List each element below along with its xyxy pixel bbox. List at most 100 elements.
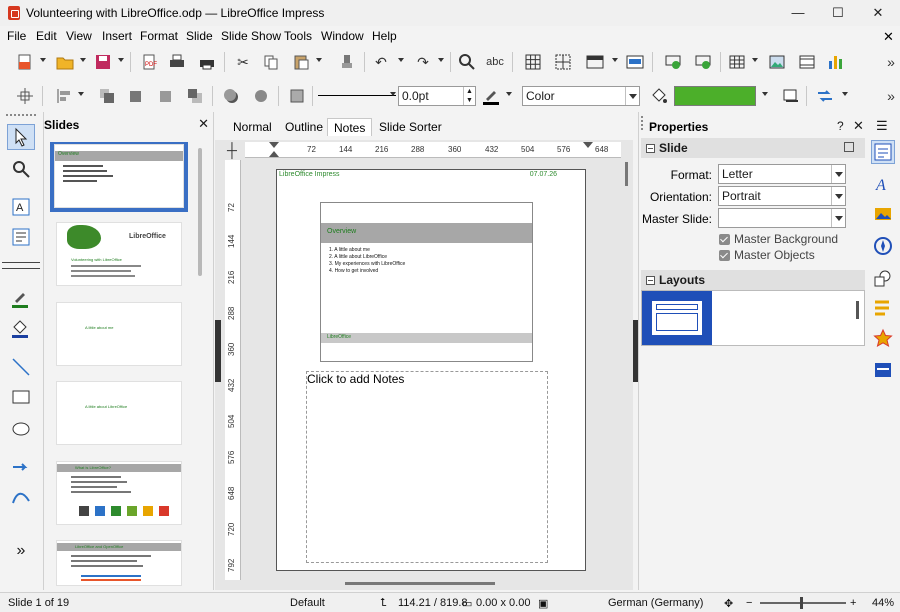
navigator-deck-icon[interactable]	[871, 234, 895, 258]
insert-media-icon[interactable]	[796, 52, 818, 72]
clone-formatting-icon[interactable]	[336, 52, 358, 72]
start-current-slide-icon[interactable]	[692, 52, 714, 72]
rectangle-tool-icon[interactable]	[7, 384, 35, 410]
ellipse-tool-icon[interactable]	[7, 416, 35, 442]
master-slides-deck-icon[interactable]	[871, 358, 895, 382]
start-first-slide-icon[interactable]	[662, 52, 684, 72]
cut-icon[interactable]: ✂	[232, 52, 254, 72]
paste-icon[interactable]	[290, 52, 312, 72]
layouts-scrollbar[interactable]	[856, 301, 859, 319]
insert-text-box-icon[interactable]: A	[7, 194, 35, 220]
menu-edit[interactable]: Edit	[36, 29, 57, 43]
crop-icon[interactable]	[250, 86, 272, 106]
copy-icon[interactable]	[260, 52, 282, 72]
helplines-icon[interactable]	[552, 52, 574, 72]
slide-section-header[interactable]: Slide	[641, 138, 865, 158]
fill-color-select[interactable]	[674, 86, 756, 106]
menu-tools[interactable]: Tools	[284, 29, 312, 43]
master-objects-checkbox[interactable]	[719, 250, 730, 261]
properties-help-icon[interactable]: ?	[837, 119, 844, 133]
slide-thumbnail-2[interactable]: LibreOffice Volunteering with LibreOffic…	[56, 222, 182, 286]
close-slides-panel-icon[interactable]: ✕	[198, 116, 209, 132]
menu-insert[interactable]: Insert	[102, 29, 132, 43]
line-color-tool-icon[interactable]	[7, 286, 35, 312]
spelling-icon[interactable]: abc	[484, 52, 506, 72]
slide-thumbnail-3[interactable]: A little about me	[56, 302, 182, 366]
slide-thumbnail-4[interactable]: A little about LibreOffice	[56, 381, 182, 445]
line-width-field[interactable]: 0.0pt ▲ ▼	[398, 86, 476, 106]
print-icon[interactable]	[196, 52, 218, 72]
menu-help[interactable]: Help	[372, 29, 397, 43]
open-folder-icon[interactable]	[54, 52, 76, 72]
display-grid-icon[interactable]	[522, 52, 544, 72]
insert-fontwork-icon[interactable]	[7, 224, 35, 250]
fill-bucket-icon[interactable]	[648, 86, 670, 106]
arrow-tool-icon[interactable]	[7, 454, 35, 480]
shadow-toggle-icon[interactable]	[780, 86, 802, 106]
close-window-button[interactable]: ✕	[858, 2, 898, 24]
language-status[interactable]: German (Germany)	[608, 597, 703, 609]
tab-notes[interactable]: Notes	[327, 118, 373, 136]
slide-thumbnail-5[interactable]: What is LibreOffice?	[56, 461, 182, 525]
menu-file[interactable]: File	[7, 29, 26, 43]
insert-image-icon[interactable]	[766, 52, 788, 72]
display-views-icon[interactable]	[584, 52, 606, 72]
connector-icon[interactable]	[814, 86, 836, 106]
editor-horizontal-scrollbar[interactable]	[345, 582, 495, 585]
sidebar-menu-icon[interactable]: ☰	[876, 118, 888, 134]
styles-deck-icon[interactable]: A	[871, 172, 895, 196]
transformations-icon[interactable]	[286, 86, 308, 106]
tab-normal[interactable]: Normal	[227, 118, 278, 136]
tab-outline[interactable]: Outline	[279, 118, 329, 136]
animation-deck-icon[interactable]	[871, 326, 895, 350]
save-icon[interactable]	[92, 52, 114, 72]
left-panel-collapse-handle[interactable]	[215, 320, 221, 382]
slide-thumbnail-6[interactable]: LibreOffice and OpenOffice	[56, 540, 182, 586]
zoom-level[interactable]: 44%	[872, 597, 894, 609]
menu-slide[interactable]: Slide	[186, 29, 213, 43]
zoom-slider-track[interactable]	[760, 602, 846, 604]
maximize-button[interactable]: ☐	[818, 2, 858, 24]
menu-window[interactable]: Window	[321, 29, 364, 43]
slide-transition-deck-icon[interactable]	[871, 296, 895, 320]
menu-format[interactable]: Format	[140, 29, 178, 43]
curve-tool-icon[interactable]	[7, 484, 35, 510]
properties-close-icon[interactable]: ✕	[853, 118, 864, 134]
fit-slide-icon[interactable]: ✥	[724, 597, 733, 610]
find-replace-icon[interactable]	[456, 52, 478, 72]
line-color-icon[interactable]	[480, 86, 502, 106]
new-document-icon[interactable]	[14, 52, 36, 72]
insert-chart-icon[interactable]	[824, 52, 846, 72]
document-modified-icon[interactable]: ▣	[538, 597, 548, 610]
line-style-preview[interactable]	[318, 95, 396, 96]
undo-icon[interactable]: ↶	[370, 52, 392, 72]
format-select[interactable]: Letter	[718, 164, 846, 184]
area-style-select[interactable]: Color	[522, 86, 640, 106]
notes-text-area[interactable]: Click to add Notes	[306, 371, 548, 563]
send-backward-icon[interactable]	[154, 86, 176, 106]
bring-forward-icon[interactable]	[124, 86, 146, 106]
layouts-section-header[interactable]: Layouts	[641, 270, 865, 290]
close-document-icon[interactable]: ✕	[883, 29, 894, 45]
bring-to-front-icon[interactable]	[96, 86, 118, 106]
fill-color-tool-icon[interactable]	[7, 316, 35, 342]
tab-slide-sorter[interactable]: Slide Sorter	[373, 118, 448, 136]
notes-slide-preview[interactable]: Overview 1. A little about me 2. A littl…	[320, 202, 533, 362]
redo-icon[interactable]: ↷	[412, 52, 434, 72]
toolbar2-overflow-icon[interactable]: »	[880, 86, 900, 106]
gallery-deck-icon[interactable]	[871, 202, 895, 226]
minimize-button[interactable]: —	[778, 2, 818, 24]
master-slide-icon[interactable]	[624, 52, 646, 72]
zoom-out-icon[interactable]: −	[746, 597, 752, 609]
orientation-select[interactable]: Portrait	[718, 186, 846, 206]
position-size-icon[interactable]	[14, 86, 36, 106]
slide-thumbnail-1[interactable]: Overview	[54, 144, 184, 208]
zoom-pan-icon[interactable]	[7, 156, 35, 182]
master-slide-select[interactable]	[718, 208, 846, 228]
editor-vertical-scrollbar[interactable]	[625, 162, 628, 186]
menu-view[interactable]: View	[66, 29, 92, 43]
layout-title-content[interactable]	[642, 291, 712, 345]
toolbar-overflow-icon[interactable]: »	[880, 52, 900, 72]
tools-overflow-icon[interactable]: »	[7, 538, 35, 564]
export-pdf-icon[interactable]: PDF	[138, 52, 160, 72]
